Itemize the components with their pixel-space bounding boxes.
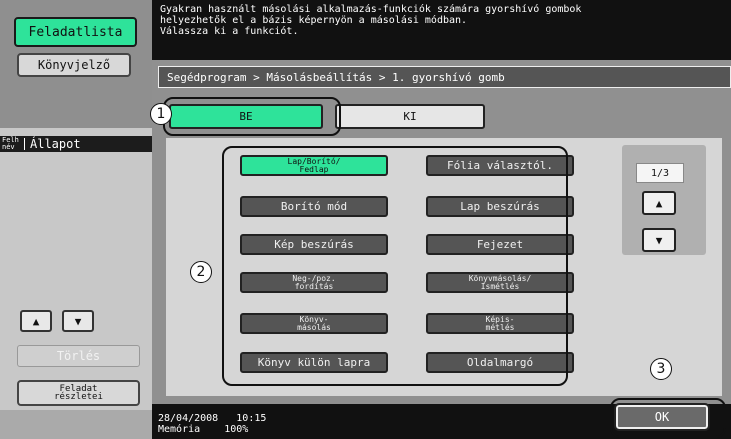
user-name-column: Felh név [2,137,19,151]
memory: Memória 100% [158,424,266,435]
job-details-label-2: részletei [54,392,103,402]
user-name-label-2: név [2,143,15,151]
date-value: 28/04/2008 [158,413,219,424]
up-arrow-icon: ▲ [32,314,40,328]
down-arrow-icon: ▼ [74,314,82,328]
time-value: 10:15 [236,413,267,424]
up-arrow-icon: ▲ [655,196,663,210]
status-column-label: Állapot [30,137,81,151]
message-line-1: Gyakran használt másolási alkalmazás-fun… [160,4,582,15]
callout-number-1: 1 [150,103,172,125]
callout-outline-1 [163,97,341,136]
page-indicator: 1/3 [636,163,684,183]
sidebar: Feladatlista Könyvjelző Felh név Állapot… [0,0,152,439]
column-divider [24,138,25,150]
sidebar-scroll-down-button[interactable]: ▼ [62,310,94,332]
page-up-button[interactable]: ▲ [642,191,676,215]
callout-number-3: 3 [650,358,672,380]
breadcrumb: Segédprogram > Másolásbeállítás > 1. gyo… [158,66,731,88]
callout-number-2: 2 [190,261,212,283]
callout-outline-3 [610,398,726,438]
message-line-2: helyezhetők el a bázis képernyön a másol… [160,15,468,26]
job-status-header: Felh név Állapot [0,136,152,152]
sidebar-bottom [0,410,152,439]
memory-label: Memória [158,424,201,435]
job-details-button[interactable]: Feladat részletei [17,380,140,406]
date-memory: 28/04/2008 10:15 Memória 100% [158,413,266,435]
job-list-button[interactable]: Feladatlista [14,17,137,47]
instruction-message: Gyakran használt másolási alkalmazás-fun… [152,0,731,60]
off-toggle-button[interactable]: KI [335,104,485,129]
message-line-3: Válassza ki a funkciót. [160,26,299,37]
sidebar-scroll-up-button[interactable]: ▲ [20,310,52,332]
memory-value: 100% [224,424,249,435]
bookmark-button[interactable]: Könyvjelző [17,53,131,77]
delete-button[interactable]: Törlés [17,345,140,367]
down-arrow-icon: ▼ [655,233,663,247]
page-down-button[interactable]: ▼ [642,228,676,252]
date-time: 28/04/2008 10:15 [158,413,266,424]
callout-outline-2 [222,146,568,386]
